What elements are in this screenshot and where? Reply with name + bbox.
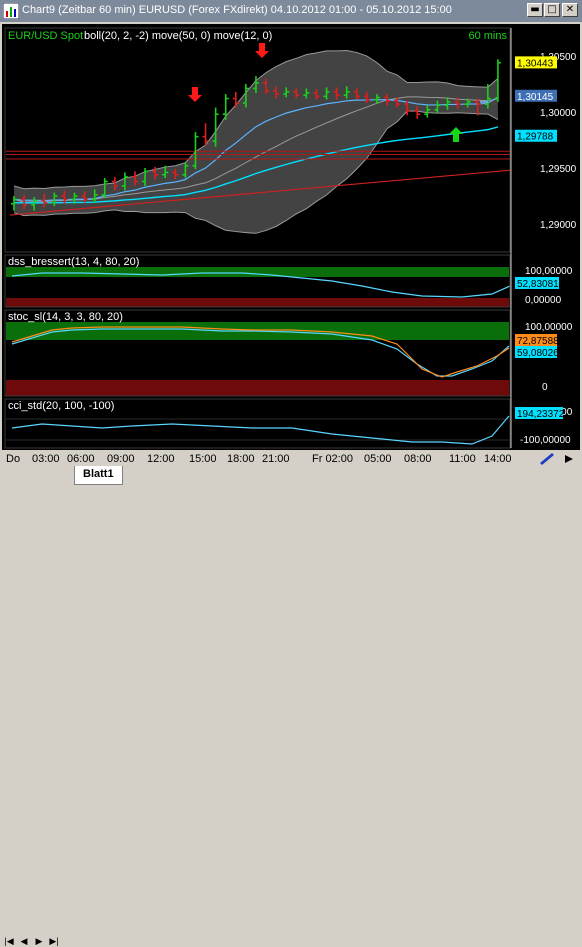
- stoc-badge-2: 59,08026: [517, 348, 559, 359]
- cci-group: [6, 415, 510, 445]
- dss-zones: [6, 267, 511, 307]
- sell-arrow-down-icon: [255, 43, 269, 58]
- price-tick: 1,29500: [540, 164, 577, 175]
- dss-tick-low: 0,00000: [525, 295, 562, 306]
- last-sheet-icon[interactable]: ▶|: [48, 935, 60, 947]
- time-label: 11:00: [449, 453, 476, 465]
- prev-sheet-icon[interactable]: ◀: [18, 935, 30, 947]
- cci-label: cci_std(20, 100, -100): [8, 400, 114, 412]
- chart-canvas[interactable]: 1,305001,300001,295001,290001,304431,301…: [2, 24, 580, 466]
- stoc-zones-oversold-zone: [6, 380, 509, 396]
- stoc-badge-1: 72,87588: [517, 336, 559, 347]
- price-badge: 1,30145: [517, 92, 554, 103]
- maximize-button[interactable]: □: [544, 3, 560, 17]
- time-label: 09:00: [107, 453, 135, 465]
- time-label: 21:00: [262, 453, 290, 465]
- stoc-zones: [6, 322, 510, 396]
- main-chart-layers: 1,305001,300001,295001,290001,304431,301…: [6, 43, 577, 234]
- time-label: Fr 02:00: [312, 453, 353, 465]
- sheet-tab-blatt1[interactable]: Blatt1: [74, 466, 123, 485]
- stoc-tick-low: 0: [542, 382, 548, 393]
- chart-area[interactable]: 1,30500 1,30000 1,29500 1,29000 1,30443 1,301…: [2, 24, 580, 466]
- price-tick: 1,30000: [540, 108, 577, 119]
- dss-zones-overbought-zone: [6, 267, 509, 277]
- time-label: Do: [6, 453, 20, 465]
- dss-tick-high: 100,00000: [525, 266, 573, 277]
- time-label: 08:00: [404, 453, 432, 465]
- time-label: 14:00: [484, 453, 512, 465]
- next-sheet-icon[interactable]: ▶: [33, 935, 45, 947]
- price-badge: 1,30443: [517, 58, 554, 69]
- time-label: 12:00: [147, 453, 175, 465]
- dss-zones-oversold-zone: [6, 298, 509, 307]
- window-titlebar[interactable]: Chart9 (Zeitbar 60 min) EURUSD (Forex FX…: [0, 0, 582, 22]
- minimize-button[interactable]: ▬: [527, 3, 543, 17]
- price-badge: 1,29788: [517, 132, 554, 143]
- cci-tick-low: -100,00000: [520, 435, 571, 446]
- dss-badge: 52,83081: [517, 279, 559, 290]
- first-sheet-icon[interactable]: |◀: [3, 935, 15, 947]
- time-label: 15:00: [189, 453, 217, 465]
- stoc-tick-high: 100,00000: [525, 322, 573, 333]
- symbol-label: EUR/USD Spot: [8, 30, 83, 42]
- close-button[interactable]: ✕: [562, 3, 578, 17]
- sheet-tab-label: Blatt1: [83, 468, 114, 480]
- price-tick: 1,29000: [540, 220, 577, 231]
- stoc-label: stoc_sl(14, 3, 3, 80, 20): [8, 311, 123, 323]
- chart-app-icon: [3, 3, 19, 19]
- time-label: 05:00: [364, 453, 392, 465]
- time-label: 03:00: [32, 453, 60, 465]
- indicator-label: boll(20, 2, -2) move(50, 0) move(12, 0): [84, 30, 272, 42]
- time-label: 18:00: [227, 453, 255, 465]
- time-label: 06:00: [67, 453, 95, 465]
- timeframe-label: 60 mins: [468, 30, 507, 42]
- dss-label: dss_bressert(13, 4, 80, 20): [8, 256, 139, 268]
- cci-badge: 194,23372: [517, 409, 565, 420]
- window-title: Chart9 (Zeitbar 60 min) EURUSD (Forex FX…: [22, 4, 452, 16]
- sell-arrow-down-icon: [188, 87, 202, 102]
